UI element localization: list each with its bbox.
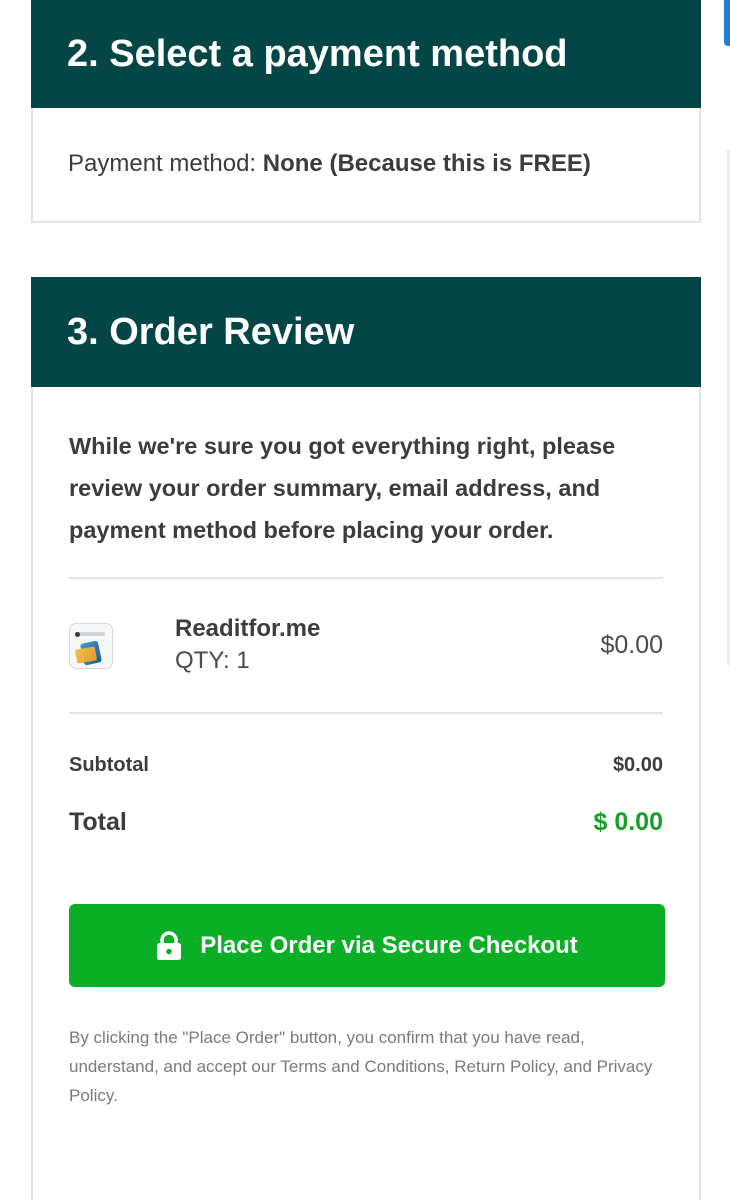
payment-method-line: Payment method: None (Because this is FR… [33,108,699,178]
legal-disclaimer: By clicking the "Place Order" button, yo… [69,1028,653,1105]
payment-section-title: 2. Select a payment method [67,32,568,75]
subtotal-label: Subtotal [69,754,149,776]
review-section-header: 3. Order Review [31,277,701,387]
review-section-title: 3. Order Review [67,310,355,353]
payment-method-value: None (Because this is FREE) [262,150,591,177]
order-totals: Subtotal $0.00 Total $ 0.00 [69,714,663,904]
payment-method-section: 2. Select a payment method Payment metho… [31,0,701,223]
checkout-page: 2. Select a payment method Payment metho… [0,0,730,1200]
scroll-indicator[interactable] [724,0,730,46]
review-intro-text: While we're sure you got everything righ… [69,433,616,543]
payment-method-label: Payment method: [68,150,257,177]
product-name: Readitfor.me [175,615,321,642]
total-value: $ 0.00 [593,808,663,836]
review-body: While we're sure you got everything righ… [33,425,699,1110]
order-item-row: Readitfor.me QTY: 1 $0.00 [69,579,663,712]
payment-section-header: 2. Select a payment method [31,0,701,108]
lock-icon [157,930,182,960]
product-price: $0.00 [600,631,663,659]
product-quantity: QTY: 1 [175,647,250,674]
order-review-section: 3. Order Review While we're sure you got… [31,277,701,1200]
place-order-label: Place Order via Secure Checkout [200,931,578,959]
subtotal-value: $0.00 [612,754,663,776]
product-thumbnail-image [69,623,113,669]
total-label: Total [69,808,127,836]
place-order-button[interactable]: Place Order via Secure Checkout [69,904,665,987]
